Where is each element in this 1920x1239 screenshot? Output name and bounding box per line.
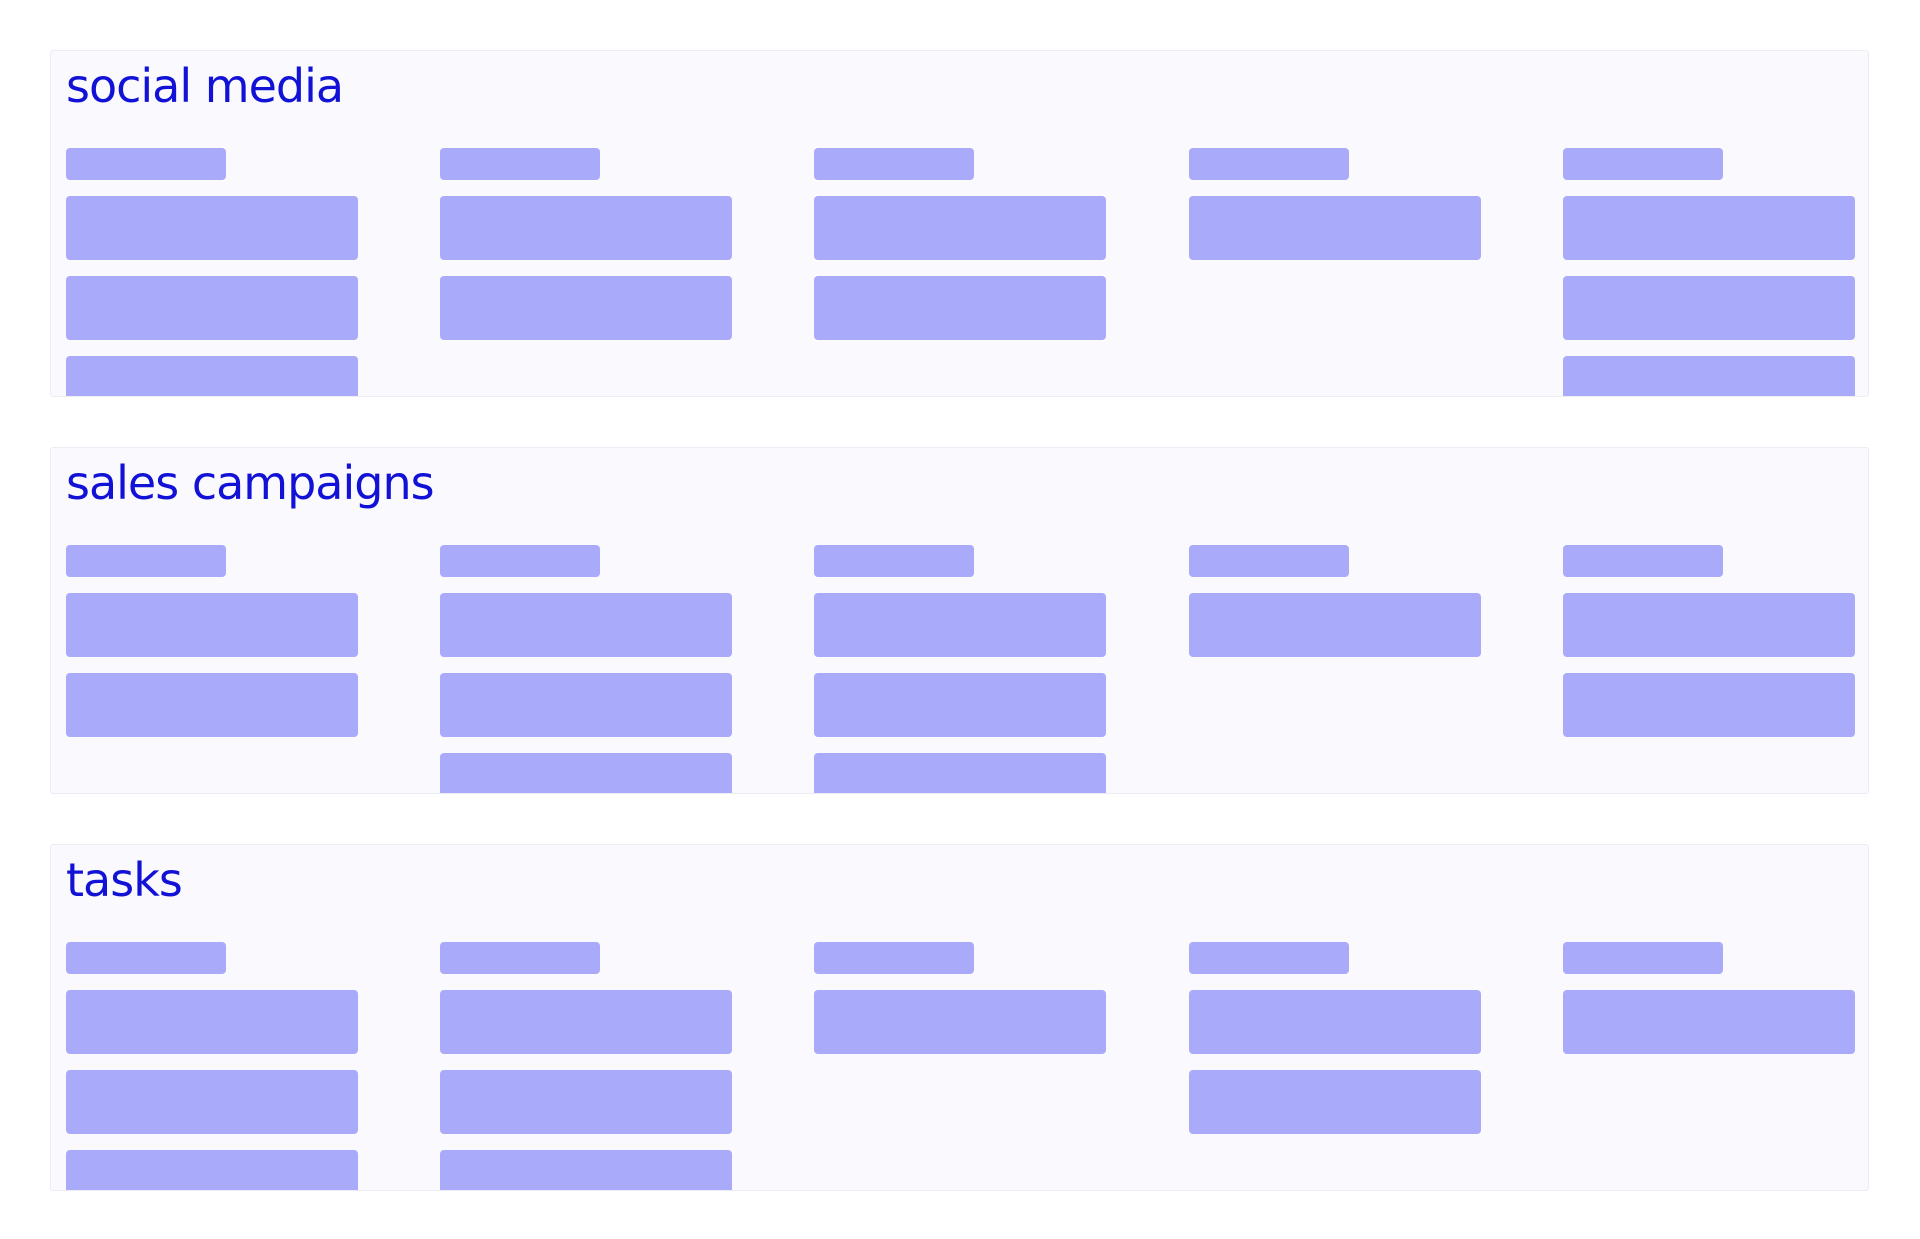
card-placeholder[interactable]	[1563, 196, 1855, 260]
card-placeholder[interactable]	[814, 990, 1106, 1054]
card-placeholder[interactable]	[1189, 1070, 1481, 1134]
card-placeholder[interactable]	[1563, 990, 1855, 1054]
card-placeholder[interactable]	[440, 196, 732, 260]
card-placeholder[interactable]	[440, 990, 732, 1054]
board-column	[1189, 148, 1481, 276]
column-header-placeholder	[1189, 942, 1349, 974]
board-column	[440, 942, 732, 1190]
card-placeholder[interactable]	[440, 276, 732, 340]
board-tasks: tasks	[50, 844, 1869, 1191]
card-placeholder[interactable]	[814, 673, 1106, 737]
column-header-placeholder	[1189, 545, 1349, 577]
board-column	[814, 942, 1106, 1070]
board-title: tasks	[66, 853, 183, 907]
column-header-placeholder	[1189, 148, 1349, 180]
board-title: sales campaigns	[66, 456, 435, 510]
board-column	[814, 545, 1106, 793]
card-placeholder[interactable]	[66, 673, 358, 737]
card-placeholder[interactable]	[66, 1070, 358, 1134]
board-column	[66, 148, 358, 396]
column-header-placeholder	[1563, 942, 1723, 974]
card-placeholder[interactable]	[1563, 356, 1855, 396]
card-placeholder[interactable]	[814, 753, 1106, 793]
column-header-placeholder	[440, 148, 600, 180]
column-header-placeholder	[1563, 545, 1723, 577]
board-column	[1189, 942, 1481, 1150]
board-column	[1563, 942, 1855, 1070]
board-column	[66, 545, 358, 753]
column-header-placeholder	[814, 942, 974, 974]
board-column	[1563, 148, 1855, 396]
card-placeholder[interactable]	[1189, 593, 1481, 657]
column-header-placeholder	[440, 942, 600, 974]
board-sales-campaigns: sales campaigns	[50, 447, 1869, 794]
board-column	[1563, 545, 1855, 753]
card-placeholder[interactable]	[66, 276, 358, 340]
board-column	[1189, 545, 1481, 673]
board-title: social media	[66, 59, 344, 113]
card-placeholder[interactable]	[66, 990, 358, 1054]
column-header-placeholder	[814, 148, 974, 180]
card-placeholder[interactable]	[440, 753, 732, 793]
column-header-placeholder	[1563, 148, 1723, 180]
card-placeholder[interactable]	[440, 593, 732, 657]
column-header-placeholder	[66, 545, 226, 577]
card-placeholder[interactable]	[440, 673, 732, 737]
board-column	[440, 148, 732, 356]
card-placeholder[interactable]	[66, 196, 358, 260]
card-placeholder[interactable]	[66, 356, 358, 396]
card-placeholder[interactable]	[66, 1150, 358, 1190]
card-placeholder[interactable]	[814, 276, 1106, 340]
card-placeholder[interactable]	[66, 593, 358, 657]
card-placeholder[interactable]	[814, 196, 1106, 260]
card-placeholder[interactable]	[1563, 593, 1855, 657]
column-header-placeholder	[440, 545, 600, 577]
card-placeholder[interactable]	[1563, 673, 1855, 737]
column-header-placeholder	[66, 148, 226, 180]
card-placeholder[interactable]	[440, 1150, 732, 1190]
card-placeholder[interactable]	[1189, 196, 1481, 260]
board-column	[814, 148, 1106, 356]
board-column	[440, 545, 732, 793]
card-placeholder[interactable]	[1189, 990, 1481, 1054]
card-placeholder[interactable]	[814, 593, 1106, 657]
card-placeholder[interactable]	[440, 1070, 732, 1134]
board-column	[66, 942, 358, 1190]
column-header-placeholder	[814, 545, 974, 577]
card-placeholder[interactable]	[1563, 276, 1855, 340]
column-header-placeholder	[66, 942, 226, 974]
board-social-media: social media	[50, 50, 1869, 397]
